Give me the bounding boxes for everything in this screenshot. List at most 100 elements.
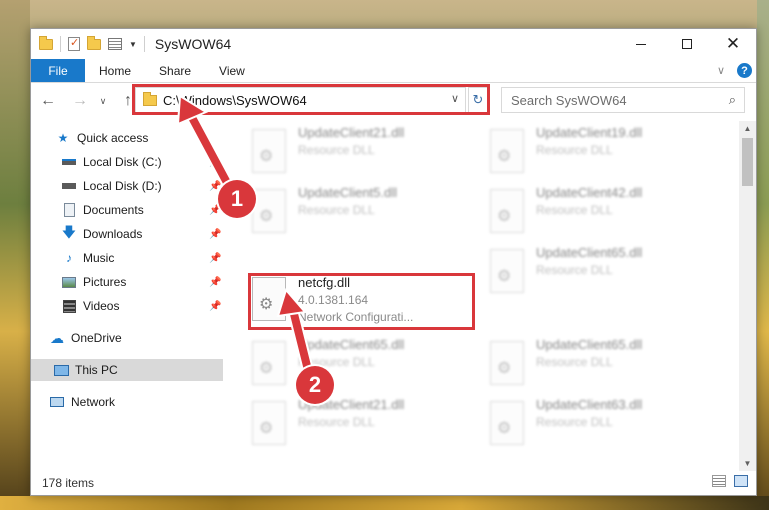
sidebar-item-label: Network	[71, 395, 116, 409]
pin-icon[interactable]: 📌	[209, 229, 221, 240]
file-description: Resource DLL	[536, 143, 613, 157]
address-bar[interactable]: C:\Windows\SysWOW64 ∨	[135, 87, 466, 113]
pin-icon[interactable]: 📌	[209, 253, 221, 264]
dll-file-icon: ⚙	[490, 189, 524, 233]
file-tile[interactable]: ⚙ UpdateClient65.dll Resource DLL	[490, 337, 720, 393]
dll-file-icon: ⚙	[490, 341, 524, 385]
file-name: UpdateClient65.dll	[536, 245, 643, 260]
folder-icon	[143, 91, 157, 106]
tab-file[interactable]: File	[31, 59, 85, 82]
sidebar-item-label: Documents	[83, 203, 144, 217]
item-count: 178 items	[42, 476, 95, 490]
address-path[interactable]: C:\Windows\SysWOW64	[163, 93, 307, 108]
details-view-icon[interactable]	[712, 475, 726, 487]
expand-ribbon-icon[interactable]: ∨	[717, 64, 725, 77]
vertical-scrollbar[interactable]: ▲ ▼	[739, 121, 756, 471]
file-tile[interactable]: ⚙ UpdateClient42.dll Resource DLL	[490, 185, 720, 241]
file-tile[interactable]: ⚙ UpdateClient63.dll Resource DLL	[490, 397, 720, 453]
desktop-wallpaper-left	[0, 0, 30, 510]
file-tile[interactable]: ⚙ UpdateClient65.dll Resource DLL	[252, 337, 482, 393]
sidebar-item-music[interactable]: ♪ Music 📌	[31, 247, 223, 269]
close-button[interactable]: ✕	[710, 29, 756, 59]
file-name: UpdateClient65.dll	[298, 337, 405, 352]
search-placeholder: Search SysWOW64	[511, 92, 627, 108]
pin-icon[interactable]: 📌	[209, 277, 221, 288]
pin-icon[interactable]: 📌	[209, 157, 221, 168]
sidebar-item-label: This PC	[75, 363, 118, 377]
address-dropdown-icon[interactable]: ∨	[451, 92, 459, 105]
documents-icon	[61, 203, 77, 217]
status-bar: 178 items	[31, 471, 756, 495]
scroll-thumb[interactable]	[742, 138, 753, 186]
file-list: ⚙ UpdateClient21.dll Resource DLL ⚙ Upda…	[226, 121, 740, 471]
file-description: Resource DLL	[298, 203, 375, 217]
sidebar-item-label: OneDrive	[71, 331, 122, 345]
sidebar-item-downloads[interactable]: 🡇 Downloads 📌	[31, 223, 223, 245]
view-layout-icon[interactable]	[108, 38, 122, 50]
help-icon[interactable]: ?	[737, 63, 752, 78]
sidebar-item-pictures[interactable]: Pictures 📌	[31, 271, 223, 293]
tab-share[interactable]: Share	[145, 59, 205, 82]
file-tile[interactable]: ⚙ UpdateClient21.dll Resource DLL	[252, 397, 482, 453]
videos-icon	[61, 299, 77, 313]
toolbar-divider	[143, 36, 145, 52]
maximize-button[interactable]	[664, 29, 710, 59]
dll-file-icon: ⚙	[252, 401, 286, 445]
tab-view[interactable]: View	[205, 59, 259, 82]
ribbon-right-controls: ∨ ?	[717, 63, 752, 78]
file-name: UpdateClient19.dll	[536, 125, 643, 140]
sidebar-item-label: Local Disk (C:)	[83, 155, 162, 169]
scroll-down-icon[interactable]: ▼	[739, 456, 756, 471]
file-explorer-window: ▼ SysWOW64 ✕ File Home Share View ∨ ? ← …	[30, 28, 757, 496]
tab-home[interactable]: Home	[85, 59, 145, 82]
scroll-up-icon[interactable]: ▲	[739, 121, 756, 136]
customize-dropdown-icon[interactable]: ▼	[129, 40, 137, 49]
callout-step-1: 1	[218, 180, 256, 218]
sidebar-item-documents[interactable]: Documents 📌	[31, 199, 223, 221]
sidebar-item-local-disk-c[interactable]: Local Disk (C:) 📌	[31, 151, 223, 173]
sidebar-item-label: Videos	[83, 299, 120, 313]
sidebar-item-videos[interactable]: Videos 📌	[31, 295, 223, 317]
minimize-icon	[636, 43, 646, 45]
ribbon-tabs: File Home Share View ∨ ?	[31, 59, 756, 83]
new-folder-icon[interactable]	[87, 35, 101, 50]
back-arrow-icon[interactable]: ←	[36, 92, 60, 110]
search-input[interactable]: Search SysWOW64 ⌕	[501, 87, 745, 113]
file-tile[interactable]: ⚙ UpdateClient5.dll Resource DLL	[252, 185, 482, 241]
forward-arrow-icon[interactable]: →	[68, 92, 92, 110]
file-name: UpdateClient65.dll	[536, 337, 643, 352]
properties-icon[interactable]	[68, 36, 80, 51]
refresh-icon: ↻	[472, 92, 484, 107]
minimize-button[interactable]	[618, 29, 664, 59]
drive-icon	[61, 155, 77, 169]
file-tile[interactable]: ⚙ UpdateClient21.dll Resource DLL	[252, 125, 482, 181]
dll-file-icon: ⚙	[252, 189, 286, 233]
sidebar-item-this-pc[interactable]: This PC	[31, 359, 223, 381]
dll-file-icon: ⚙	[490, 401, 524, 445]
dll-file-icon: ⚙	[490, 129, 524, 173]
title-bar: ▼ SysWOW64 ✕	[31, 29, 756, 59]
search-icon[interactable]: ⌕	[729, 92, 736, 108]
sidebar-item-quick-access[interactable]: ★ Quick access	[31, 127, 223, 149]
file-tile[interactable]: ⚙ UpdateClient65.dll Resource DLL	[490, 245, 720, 301]
window-controls: ✕	[618, 29, 756, 59]
pin-icon[interactable]: 📌	[209, 301, 221, 312]
file-description: Resource DLL	[536, 203, 613, 217]
sidebar-item-local-disk-d[interactable]: Local Disk (D:) 📌	[31, 175, 223, 197]
navigation-bar: ← → ∨ ↑ C:\Windows\SysWOW64 ∨ ↻ Search S…	[31, 84, 756, 118]
sidebar-item-onedrive[interactable]: ☁ OneDrive	[31, 327, 223, 349]
tiles-view-icon[interactable]	[734, 475, 748, 487]
callout-step-2: 2	[296, 366, 334, 404]
dll-file-icon: ⚙	[252, 129, 286, 173]
file-tile[interactable]: ⚙ UpdateClient19.dll Resource DLL	[490, 125, 720, 181]
file-highlight-box	[248, 273, 475, 330]
file-name: UpdateClient21.dll	[298, 125, 405, 140]
refresh-button[interactable]: ↻	[468, 87, 488, 113]
drive-icon	[61, 179, 77, 193]
file-description: Resource DLL	[536, 415, 613, 429]
maximize-icon	[682, 39, 692, 49]
file-description: Resource DLL	[536, 263, 613, 277]
recent-locations-chevron-icon[interactable]: ∨	[96, 96, 110, 107]
sidebar-item-network[interactable]: Network	[31, 391, 223, 413]
quick-access-toolbar: ▼	[39, 35, 145, 52]
